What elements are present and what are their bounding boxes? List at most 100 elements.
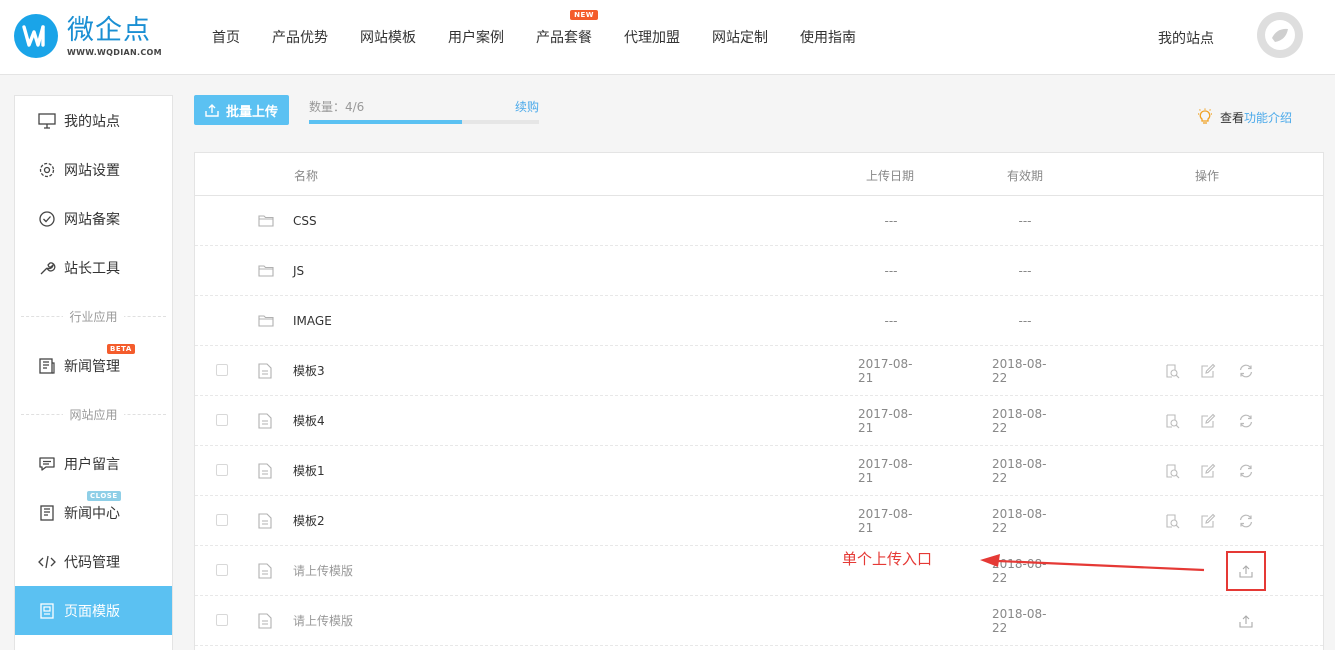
sidebar-item-messages[interactable]: 用户留言 bbox=[15, 439, 172, 488]
section-label: 行业应用 bbox=[63, 308, 124, 325]
intro-prefix: 查看 bbox=[1220, 110, 1245, 125]
file-name[interactable]: 模板4 bbox=[293, 396, 325, 445]
wrench-icon bbox=[38, 259, 56, 277]
batch-upload-button[interactable]: 批量上传 bbox=[194, 95, 289, 125]
sidebar-item-label: 网站备案 bbox=[64, 211, 120, 228]
sidebar-section-site: 网站应用 bbox=[15, 390, 172, 439]
logo-icon bbox=[14, 14, 58, 58]
nav-packages[interactable]: 产品套餐 NEW bbox=[520, 10, 608, 47]
row-actions bbox=[1160, 346, 1280, 395]
sidebar-item-label: 我的站点 bbox=[64, 113, 120, 130]
header-validity: 有效期 bbox=[1007, 169, 1044, 183]
new-badge: NEW bbox=[570, 10, 598, 20]
sidebar-item-label: 页面模版 bbox=[64, 603, 120, 620]
file-icon bbox=[258, 346, 272, 395]
sidebar-item-label: 新闻中心 bbox=[64, 505, 120, 522]
my-sites-link[interactable]: 我的站点 bbox=[1158, 28, 1214, 48]
sidebar-item-webmaster-tools[interactable]: 站长工具 bbox=[15, 243, 172, 292]
replace-icon[interactable] bbox=[1238, 363, 1254, 379]
single-upload-icon[interactable] bbox=[1226, 551, 1266, 591]
top-navbar: 微企点 WWW.WQDIAN.COM 首页 产品优势 网站模板 用户案例 产品套… bbox=[0, 0, 1335, 75]
row-checkbox[interactable] bbox=[216, 364, 228, 376]
nav-templates[interactable]: 网站模板 bbox=[344, 27, 432, 47]
upload-date: 2017-08-21 bbox=[858, 356, 913, 385]
avatar[interactable] bbox=[1257, 12, 1303, 58]
batch-upload-label: 批量上传 bbox=[225, 104, 278, 120]
nav-home[interactable]: 首页 bbox=[196, 27, 256, 47]
feature-intro-link[interactable]: 功能介绍 bbox=[1244, 109, 1292, 126]
preview-icon[interactable] bbox=[1164, 413, 1180, 429]
edit-icon[interactable] bbox=[1200, 413, 1216, 429]
row-actions bbox=[1160, 496, 1280, 545]
valid-until: 2018-08-22 bbox=[992, 406, 1047, 435]
valid-until: 2018-08-22 bbox=[992, 606, 1047, 635]
table-row[interactable]: JS --- --- bbox=[195, 246, 1323, 296]
sidebar: 我的站点 网站设置 网站备案 站长工具 行业应用 新闻管理 BETA 网站应用 bbox=[14, 95, 173, 650]
file-name[interactable]: JS bbox=[293, 246, 304, 295]
file-icon bbox=[258, 546, 272, 595]
sidebar-item-news-center[interactable]: 新闻中心 CLOSE bbox=[15, 488, 172, 537]
sidebar-item-icp[interactable]: 网站备案 bbox=[15, 194, 172, 243]
sidebar-item-label: 站长工具 bbox=[64, 260, 120, 277]
nav-agency[interactable]: 代理加盟 bbox=[608, 27, 696, 47]
file-name[interactable]: IMAGE bbox=[293, 296, 332, 345]
valid-until: --- bbox=[1018, 313, 1032, 328]
avatar-icon bbox=[1265, 20, 1295, 50]
section-label: 网站应用 bbox=[63, 406, 124, 423]
file-name[interactable]: 模板1 bbox=[293, 446, 325, 495]
sidebar-item-page-templates[interactable]: 页面模版 bbox=[15, 586, 172, 635]
edit-icon[interactable] bbox=[1200, 463, 1216, 479]
row-checkbox[interactable] bbox=[216, 564, 228, 576]
nav-custom[interactable]: 网站定制 bbox=[696, 27, 784, 47]
renew-link[interactable]: 续购 bbox=[515, 98, 539, 115]
replace-icon[interactable] bbox=[1238, 513, 1254, 529]
table-row: 请上传模版 2018-08-22 bbox=[195, 596, 1323, 646]
edit-icon[interactable] bbox=[1200, 363, 1216, 379]
sidebar-item-news-manage[interactable]: 新闻管理 BETA bbox=[15, 341, 172, 390]
file-name-placeholder: 请上传模版 bbox=[293, 614, 354, 628]
preview-icon[interactable] bbox=[1164, 513, 1180, 529]
table-row[interactable]: CSS --- --- bbox=[195, 196, 1323, 246]
sidebar-section-industry: 行业应用 bbox=[15, 292, 172, 341]
table-row: 模板1 2017-08-21 2018-08-22 bbox=[195, 446, 1323, 496]
file-name[interactable]: CSS bbox=[293, 196, 317, 245]
file-name[interactable]: 模板2 bbox=[293, 496, 325, 545]
quota-indicator: 数量：4/6 续购 bbox=[309, 98, 539, 124]
edit-icon[interactable] bbox=[1200, 513, 1216, 529]
valid-until: 2018-08-22 bbox=[992, 506, 1047, 535]
row-checkbox[interactable] bbox=[216, 514, 228, 526]
header-actions: 操作 bbox=[1195, 169, 1220, 183]
row-actions bbox=[1160, 446, 1280, 495]
preview-icon[interactable] bbox=[1164, 363, 1180, 379]
quota-progress-fill bbox=[309, 120, 463, 124]
sidebar-item-code-manage[interactable]: 代码管理 bbox=[15, 537, 172, 586]
replace-icon[interactable] bbox=[1238, 413, 1254, 429]
single-upload-icon[interactable] bbox=[1238, 613, 1254, 629]
sidebar-item-site-settings[interactable]: 网站设置 bbox=[15, 145, 172, 194]
preview-icon[interactable] bbox=[1164, 463, 1180, 479]
upload-date: --- bbox=[884, 213, 898, 228]
nav-cases[interactable]: 用户案例 bbox=[432, 27, 520, 47]
file-name[interactable]: 模板3 bbox=[293, 346, 325, 395]
logo[interactable]: 微企点 WWW.WQDIAN.COM bbox=[14, 14, 162, 58]
quota-label: 数量：4/6 bbox=[309, 100, 365, 114]
nav-advantages[interactable]: 产品优势 bbox=[256, 27, 344, 47]
upload-date: --- bbox=[884, 313, 898, 328]
quota-progress-bar bbox=[309, 120, 539, 124]
news-icon bbox=[38, 504, 56, 522]
table-row[interactable]: IMAGE --- --- bbox=[195, 296, 1323, 346]
replace-icon[interactable] bbox=[1238, 463, 1254, 479]
upload-date: 2017-08-21 bbox=[858, 456, 913, 485]
folder-icon bbox=[258, 196, 274, 245]
table-header: 名称 上传日期 有效期 操作 bbox=[195, 153, 1323, 196]
row-checkbox[interactable] bbox=[216, 614, 228, 626]
feature-intro: 查看 功能介绍 bbox=[1196, 108, 1292, 126]
file-icon bbox=[258, 446, 272, 495]
nav-guide[interactable]: 使用指南 bbox=[784, 27, 872, 47]
sidebar-item-my-sites[interactable]: 我的站点 bbox=[15, 96, 172, 145]
valid-until: 2018-08-22 bbox=[992, 456, 1047, 485]
header-upload-date: 上传日期 bbox=[866, 169, 915, 183]
annotation-label: 单个上传入口 bbox=[842, 550, 933, 568]
row-checkbox[interactable] bbox=[216, 464, 228, 476]
row-checkbox[interactable] bbox=[216, 414, 228, 426]
